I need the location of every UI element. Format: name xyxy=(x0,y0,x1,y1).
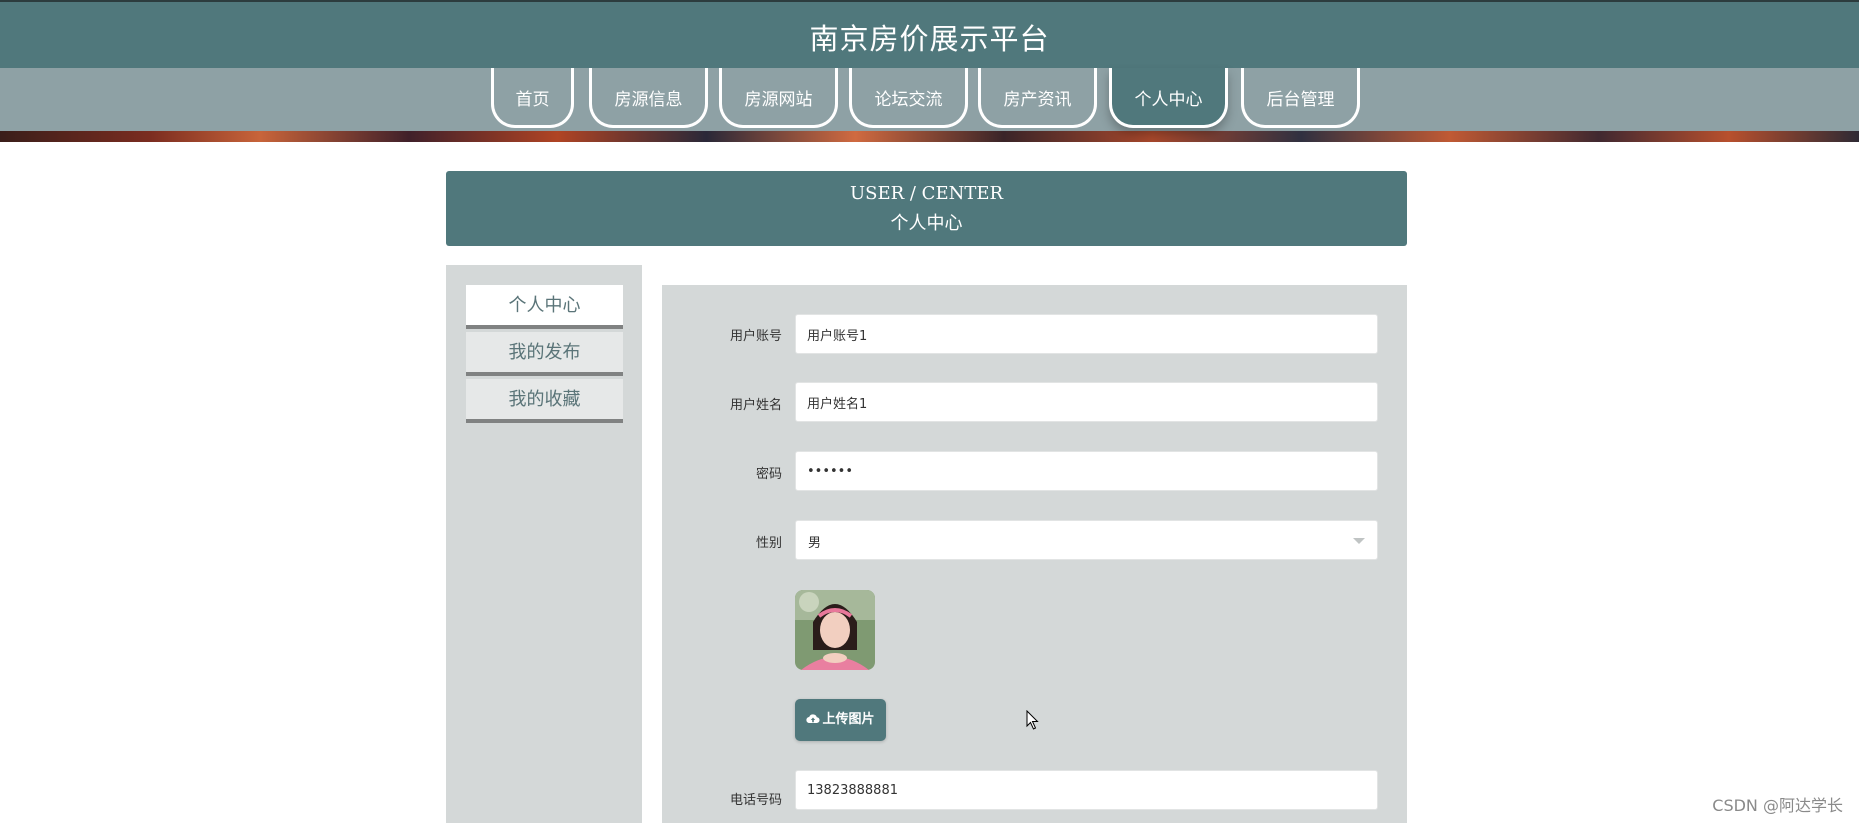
section-title-en: USER / CENTER xyxy=(849,183,1004,204)
mouse-pointer-icon xyxy=(1026,710,1039,730)
sidebar-item-my-favorites[interactable]: 我的收藏 xyxy=(466,379,623,423)
banner-strip xyxy=(0,131,1859,142)
upload-image-button[interactable]: 上传图片 xyxy=(795,699,886,741)
upload-button-label: 上传图片 xyxy=(822,712,875,727)
fullname-label: 用户姓名 xyxy=(729,398,782,413)
gender-label: 性别 xyxy=(755,536,782,551)
site-title: 南京房价展示平台 xyxy=(809,22,1050,56)
section-header: USER / CENTER 个人中心 xyxy=(446,171,1407,246)
gender-select[interactable]: 男 xyxy=(795,520,1378,560)
nav-item-news[interactable]: 房产资讯 xyxy=(978,68,1097,128)
main-nav: 首页 房源信息 房源网站 论坛交流 房产资讯 个人中心 后台管理 xyxy=(0,68,1859,132)
phone-field[interactable] xyxy=(795,770,1378,810)
cloud-upload-icon xyxy=(806,713,821,723)
nav-item-home[interactable]: 首页 xyxy=(491,68,574,128)
sidebar-item-user-center[interactable]: 个人中心 xyxy=(466,285,623,329)
site-header: 南京房价展示平台 xyxy=(0,0,1859,68)
section-title-cn: 个人中心 xyxy=(890,213,963,234)
profile-form: 用户账号 用户姓名 密码 性别 男 上传图片 电话号码 xyxy=(662,285,1407,823)
nav-item-sites[interactable]: 房源网站 xyxy=(719,68,838,128)
password-label: 密码 xyxy=(755,467,782,482)
user-sidebar: 个人中心 我的发布 我的收藏 xyxy=(446,265,642,823)
nav-item-user-center[interactable]: 个人中心 xyxy=(1109,68,1228,128)
avatar-image xyxy=(795,590,875,670)
chevron-down-icon xyxy=(1353,538,1365,544)
gender-value: 男 xyxy=(808,536,822,551)
watermark: CSDN @阿达学长 xyxy=(1712,796,1843,815)
username-label: 用户账号 xyxy=(729,329,782,344)
nav-item-forum[interactable]: 论坛交流 xyxy=(849,68,968,128)
username-field[interactable] xyxy=(795,314,1378,354)
sidebar-item-my-posts[interactable]: 我的发布 xyxy=(466,332,623,376)
password-field[interactable] xyxy=(795,451,1378,491)
nav-item-listings[interactable]: 房源信息 xyxy=(589,68,708,128)
nav-item-admin[interactable]: 后台管理 xyxy=(1241,68,1360,128)
avatar xyxy=(795,590,875,670)
phone-label: 电话号码 xyxy=(729,793,782,808)
fullname-field[interactable] xyxy=(795,382,1378,422)
